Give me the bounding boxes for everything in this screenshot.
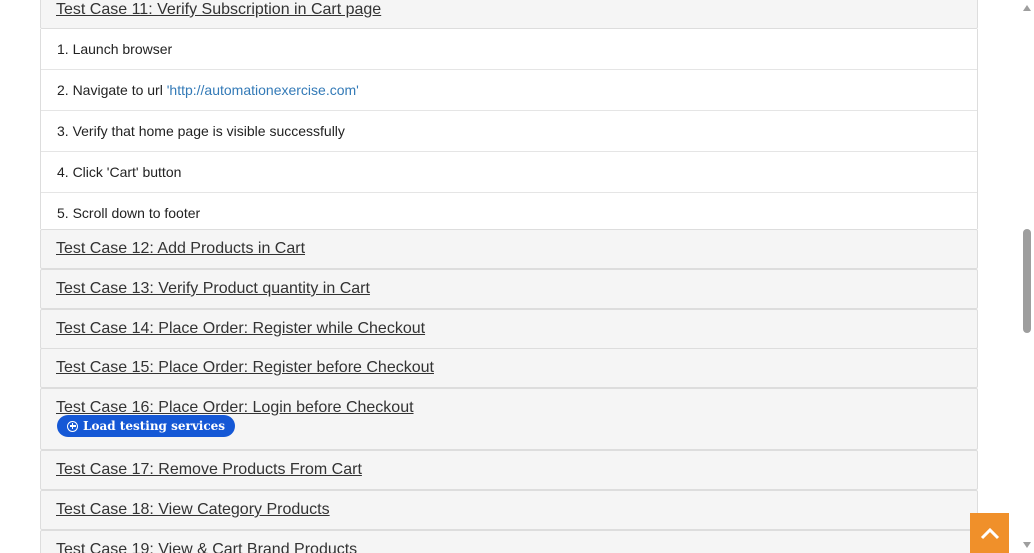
step-text: 4. Click 'Cart' button	[57, 164, 182, 180]
page: Test Case 11: Verify Subscription in Car…	[0, 0, 1020, 553]
load-testing-services-label: Load testing services	[83, 419, 226, 433]
test-case-panel-12[interactable]: Test Case 12: Add Products in Cart	[40, 229, 978, 269]
url-link[interactable]: 'http://automationexercise.com'	[167, 82, 359, 98]
test-case-title-12[interactable]: Test Case 12: Add Products in Cart	[56, 240, 305, 258]
test-case-panel-17[interactable]: Test Case 17: Remove Products From Cart	[40, 450, 978, 490]
test-case-panel-13[interactable]: Test Case 13: Verify Product quantity in…	[40, 269, 978, 309]
test-case-panel-18[interactable]: Test Case 18: View Category Products	[40, 490, 978, 530]
test-case-panel-16[interactable]: Test Case 16: Place Order: Login before …	[40, 388, 978, 450]
step-text: 5. Scroll down to footer	[57, 205, 201, 221]
chevron-up-icon	[980, 527, 999, 540]
step-item: 1. Launch browser	[41, 29, 977, 70]
vertical-scrollbar[interactable]	[1020, 0, 1034, 553]
test-case-title-18[interactable]: Test Case 18: View Category Products	[56, 501, 330, 519]
step-text: 3. Verify that home page is visible succ…	[57, 123, 345, 139]
test-case-title-17[interactable]: Test Case 17: Remove Products From Cart	[56, 461, 362, 479]
test-case-panel-14[interactable]: Test Case 14: Place Order: Register whil…	[40, 309, 978, 349]
test-case-title-14[interactable]: Test Case 14: Place Order: Register whil…	[56, 320, 425, 338]
step-text: 1. Launch browser	[57, 41, 173, 57]
scrollbar-thumb[interactable]	[1023, 229, 1031, 333]
step-item: 3. Verify that home page is visible succ…	[41, 111, 977, 152]
test-case-title-11[interactable]: Test Case 11: Verify Subscription in Car…	[56, 1, 381, 19]
step-item: 4. Click 'Cart' button	[41, 152, 977, 193]
test-case-panel-19[interactable]: Test Case 19: View & Cart Brand Products	[40, 530, 978, 553]
step-item: 2. Navigate to url 'http://automationexe…	[41, 70, 977, 111]
test-case-title-19[interactable]: Test Case 19: View & Cart Brand Products	[56, 541, 357, 553]
test-case-panel-15[interactable]: Test Case 15: Place Order: Register befo…	[40, 348, 978, 388]
scroll-up-arrow-icon[interactable]	[1023, 5, 1031, 11]
step-item: 5. Scroll down to footer	[41, 193, 977, 234]
plus-circle-icon	[67, 420, 78, 432]
load-testing-services-button[interactable]: Load testing services	[57, 415, 236, 437]
test-case-title-13[interactable]: Test Case 13: Verify Product quantity in…	[56, 280, 370, 298]
test-case-panel-11: Test Case 11: Verify Subscription in Car…	[40, 0, 978, 29]
test-case-title-15[interactable]: Test Case 15: Place Order: Register befo…	[56, 359, 434, 377]
step-text: 2. Navigate to url	[57, 82, 167, 98]
test-case-steps: 1. Launch browser 2. Navigate to url 'ht…	[40, 29, 978, 229]
scroll-to-top-button[interactable]	[970, 513, 1009, 553]
scroll-down-arrow-icon[interactable]	[1023, 542, 1031, 548]
